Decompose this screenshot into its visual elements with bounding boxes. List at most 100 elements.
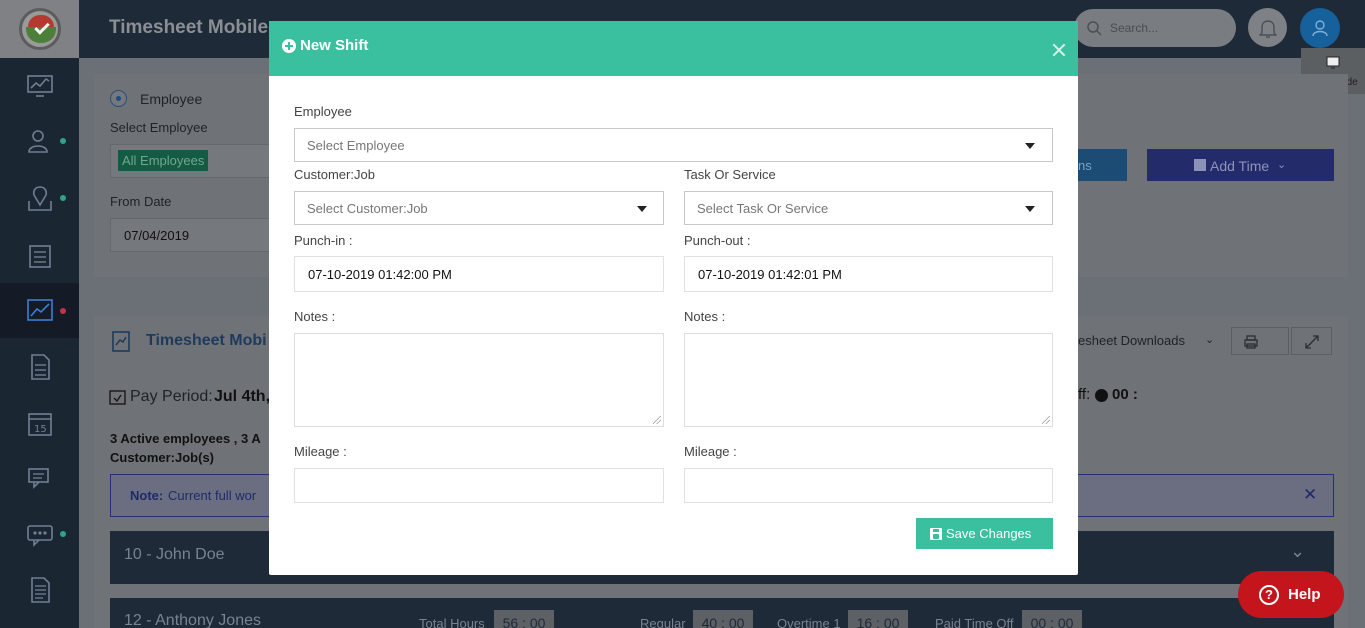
logo[interactable] — [0, 0, 79, 58]
punch-in-value: 07-10-2019 01:42:00 PM — [308, 267, 452, 282]
punch-in-input[interactable]: 07-10-2019 01:42:00 PM — [294, 256, 664, 292]
expand-icon — [1305, 335, 1319, 349]
notifications-button[interactable] — [1248, 8, 1287, 47]
map-pin-icon — [27, 185, 52, 211]
trend-chart-icon — [26, 298, 53, 321]
employee-row-name: 10 - John Doe — [124, 546, 225, 563]
active-employees-text: 3 Active employees , 3 A — [110, 431, 261, 446]
sidebar-item-employees[interactable] — [0, 113, 79, 168]
resize-grip-icon[interactable] — [1042, 416, 1050, 424]
help-label: Help — [1288, 586, 1321, 603]
notes-out-textarea[interactable] — [684, 333, 1053, 427]
sidebar-item-files[interactable] — [0, 562, 79, 617]
notes-out-label: Notes : — [684, 309, 726, 324]
close-icon[interactable] — [1052, 43, 1066, 57]
message-dots-icon — [26, 524, 53, 547]
plus-square-icon — [1194, 159, 1206, 171]
sidebar-item-dashboard[interactable] — [0, 58, 79, 113]
sidebar-item-timesheets[interactable] — [0, 227, 79, 282]
monitor-chart-icon — [26, 74, 53, 97]
status-dot — [60, 138, 66, 144]
punch-out-input[interactable]: 07-10-2019 01:42:01 PM — [684, 256, 1053, 292]
employee-row[interactable]: 12 - Anthony Jones Total Hours 56 : 00 R… — [110, 598, 1334, 628]
user-menu-button[interactable] — [1300, 8, 1340, 48]
pto-value: 00 : 00 — [1022, 610, 1082, 628]
sidebar-item-locations[interactable] — [0, 170, 79, 225]
save-changes-label: Save Changes — [946, 526, 1032, 541]
paid-off-label: ff: — [1078, 386, 1091, 403]
task-label: Task Or Service — [684, 167, 776, 182]
sidebar-item-schedule[interactable]: 15 — [0, 395, 79, 450]
modal-title: New Shift — [300, 37, 369, 54]
overtime-label: Overtime 1 — [777, 616, 841, 628]
total-hours-label: Total Hours — [419, 616, 485, 628]
employee-radio[interactable] — [110, 90, 127, 107]
mileage-out-label: Mileage : — [684, 444, 737, 459]
app-title: Timesheet Mobile — [109, 17, 269, 38]
clipboard-list-icon — [28, 244, 51, 268]
chevron-down-icon: ⌄ — [1290, 541, 1306, 561]
resize-grip-icon[interactable] — [653, 416, 661, 424]
dismiss-note-icon[interactable]: ✕ — [1303, 485, 1317, 505]
modal-header: New Shift — [269, 21, 1078, 76]
status-dot — [60, 195, 66, 201]
expand-button[interactable] — [1291, 327, 1332, 355]
search-icon — [1087, 21, 1102, 36]
pto-label: Paid Time Off — [935, 616, 1014, 628]
status-dot — [60, 531, 66, 537]
pay-period-label: Pay Period: — [130, 388, 213, 405]
mileage-out-input[interactable] — [684, 468, 1053, 503]
save-changes-button[interactable]: Save Changes — [916, 518, 1053, 549]
punch-out-label: Punch-out : — [684, 233, 751, 248]
filter-button[interactable]: ns — [1078, 149, 1127, 181]
search-placeholder: Search... — [1110, 21, 1159, 35]
customer-job-text: Customer:Job(s) — [110, 450, 215, 465]
employee-label: Employee — [294, 104, 352, 119]
note-label: Note: — [130, 488, 164, 503]
sidebar-item-reports-active[interactable] — [0, 283, 79, 338]
report-icon — [30, 576, 50, 603]
sidebar-item-documents[interactable] — [0, 339, 79, 394]
task-select-placeholder: Select Task Or Service — [697, 201, 829, 216]
calendar-check-icon — [109, 390, 126, 405]
svg-text:15: 15 — [34, 424, 47, 435]
add-time-button[interactable]: Add Time ⌄ — [1147, 149, 1334, 181]
employee-radio-label: Employee — [140, 91, 203, 107]
screen-icon — [1326, 56, 1340, 69]
status-dot — [60, 308, 66, 314]
section-title: Timesheet Mobi — [146, 332, 267, 349]
sidebar-item-chat[interactable] — [0, 506, 79, 561]
search-input[interactable]: Search... — [1074, 9, 1236, 47]
customer-job-label: Customer:Job — [294, 167, 375, 182]
user-icon — [1312, 20, 1328, 37]
floppy-disk-icon — [930, 528, 942, 540]
sidebar-item-messages[interactable] — [0, 450, 79, 505]
punch-out-value: 07-10-2019 01:42:01 PM — [698, 267, 842, 282]
mileage-in-label: Mileage : — [294, 444, 347, 459]
caret-down-icon — [1025, 143, 1035, 149]
paid-off-value: 00 : — [1112, 386, 1138, 403]
employee-select[interactable]: Select Employee — [294, 128, 1053, 162]
total-hours-value: 56 : 00 — [494, 610, 554, 628]
chevron-down-icon: ⌄ — [1277, 159, 1287, 171]
employee-select-placeholder: Select Employee — [307, 138, 405, 153]
note-text: Current full wor — [168, 488, 257, 503]
task-select[interactable]: Select Task Or Service — [684, 191, 1053, 225]
downloads-dropdown[interactable]: esheet Downloads — [1078, 333, 1185, 348]
add-time-label: Add Time — [1210, 158, 1270, 174]
from-date-value: 07/04/2019 — [124, 228, 190, 243]
print-button[interactable] — [1231, 327, 1289, 355]
filter-button-label: ns — [1078, 158, 1092, 173]
notes-in-textarea[interactable] — [294, 333, 664, 427]
customer-job-select[interactable]: Select Customer:Job — [294, 191, 664, 225]
new-shift-modal: New Shift Employee Select Employee Custo… — [269, 21, 1078, 575]
chevron-down-icon: ⌄ — [1205, 334, 1215, 346]
help-button[interactable]: ? Help — [1238, 571, 1344, 618]
regular-hours-value: 40 : 00 — [693, 610, 753, 628]
caret-down-icon — [1025, 206, 1035, 212]
mileage-in-input[interactable] — [294, 468, 664, 503]
select-employee-label: Select Employee — [110, 120, 208, 135]
all-employees-tag: All Employees — [118, 150, 209, 171]
pay-period-value: Jul 4th, — [214, 388, 271, 405]
caret-down-icon — [637, 206, 647, 212]
